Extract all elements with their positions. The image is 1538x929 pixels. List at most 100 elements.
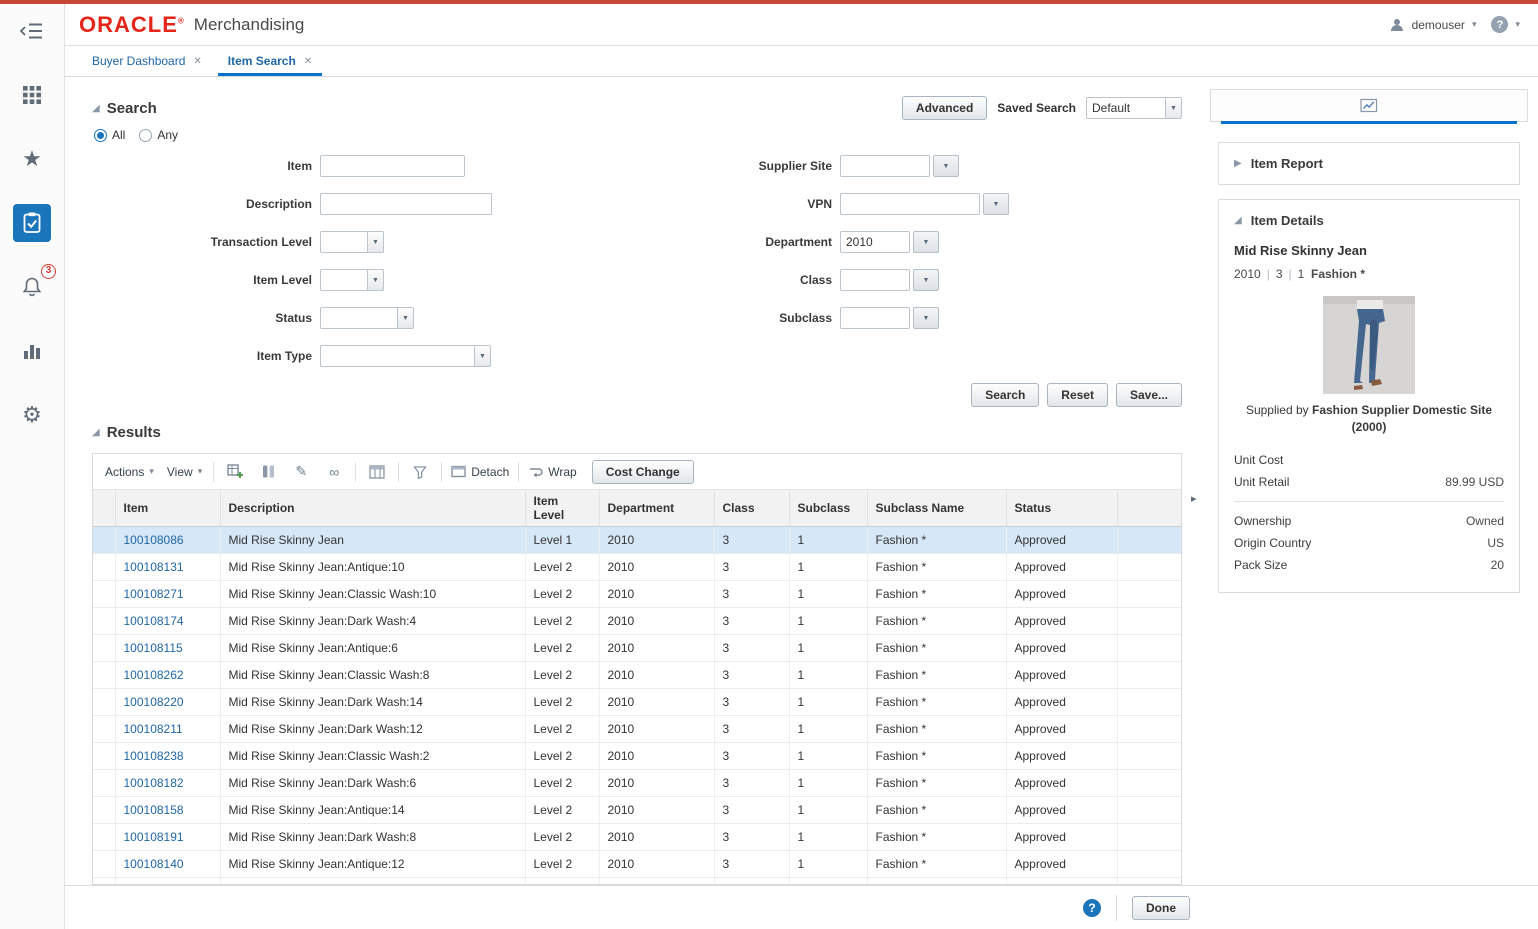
table-row[interactable]: 100108238 Mid Rise Skinny Jean:Classic W… xyxy=(93,743,1181,770)
item-input[interactable] xyxy=(320,155,465,177)
help-menu-caret-icon[interactable]: ▾ xyxy=(1515,19,1520,30)
panel-splitter[interactable]: ▸ xyxy=(1192,77,1202,885)
user-menu-caret-icon[interactable]: ▾ xyxy=(1472,19,1477,30)
close-tab-icon[interactable]: ✕ xyxy=(193,56,201,67)
table-row[interactable]: 100108220 Mid Rise Skinny Jean:Dark Wash… xyxy=(93,689,1181,716)
table-row[interactable]: 100108262 Mid Rise Skinny Jean:Classic W… xyxy=(93,662,1181,689)
transaction-level-dropdown-icon[interactable]: ▼ xyxy=(368,231,384,253)
item-level-input[interactable] xyxy=(320,269,368,291)
done-button[interactable]: Done xyxy=(1132,896,1190,920)
expand-item-report-icon[interactable]: ▶ xyxy=(1234,158,1242,169)
col-item[interactable]: Item xyxy=(115,490,220,527)
item-level-dropdown-icon[interactable]: ▼ xyxy=(368,269,384,291)
item-link[interactable]: 100108086 xyxy=(124,533,184,547)
radio-any[interactable]: Any xyxy=(139,128,178,142)
tab-item-search[interactable]: Item Search ✕ xyxy=(215,46,325,76)
splitter-collapse-icon[interactable]: ▸ xyxy=(1191,492,1197,505)
item-report-header[interactable]: ▶ Item Report xyxy=(1219,143,1519,184)
radio-any-control[interactable] xyxy=(139,129,152,142)
collapse-search-icon[interactable]: ◢ xyxy=(92,103,100,114)
save-search-button[interactable]: Save... xyxy=(1116,383,1182,407)
table-row[interactable]: 100108158 Mid Rise Skinny Jean:Antique:1… xyxy=(93,797,1181,824)
collapse-results-icon[interactable]: ◢ xyxy=(92,427,100,438)
table-row[interactable]: 100108174 Mid Rise Skinny Jean:Dark Wash… xyxy=(93,608,1181,635)
sidebar-toggle-icon[interactable] xyxy=(13,12,51,50)
search-button[interactable]: Search xyxy=(971,383,1039,407)
department-input[interactable] xyxy=(840,231,910,253)
subclass-lov-icon[interactable]: ▼ xyxy=(913,307,939,329)
row-selector-cell[interactable] xyxy=(93,689,115,716)
footer-help-icon[interactable]: ? xyxy=(1083,899,1101,917)
col-item-level[interactable]: Item Level xyxy=(525,490,599,527)
item-type-input[interactable] xyxy=(320,345,475,367)
class-input[interactable] xyxy=(840,269,910,291)
cost-change-button[interactable]: Cost Change xyxy=(592,460,694,484)
notifications-bell-icon[interactable]: 3 xyxy=(13,268,51,306)
reports-chart-icon[interactable] xyxy=(13,332,51,370)
apps-grid-icon[interactable] xyxy=(13,76,51,114)
col-status[interactable]: Status xyxy=(1006,490,1117,527)
freeze-columns-icon[interactable] xyxy=(365,460,389,484)
table-row[interactable]: 100108191 Mid Rise Skinny Jean:Dark Wash… xyxy=(93,824,1181,851)
row-selector-cell[interactable] xyxy=(93,554,115,581)
vpn-lov-icon[interactable]: ▼ xyxy=(983,193,1009,215)
wrap-button[interactable]: Wrap xyxy=(528,465,576,479)
item-link[interactable]: 100108182 xyxy=(124,776,184,790)
reset-button[interactable]: Reset xyxy=(1047,383,1108,407)
edit-pencil-icon[interactable]: ✎ xyxy=(289,460,313,484)
status-dropdown-icon[interactable]: ▼ xyxy=(398,307,414,329)
col-class[interactable]: Class xyxy=(714,490,789,527)
row-selector-cell[interactable] xyxy=(93,662,115,689)
item-link[interactable]: 100108271 xyxy=(124,587,184,601)
mass-update-icon[interactable] xyxy=(256,460,280,484)
detach-button[interactable]: Detach xyxy=(451,465,509,479)
col-subclass[interactable]: Subclass xyxy=(789,490,867,527)
row-selector-cell[interactable] xyxy=(93,527,115,554)
advanced-button[interactable]: Advanced xyxy=(902,96,987,120)
row-selector-cell[interactable] xyxy=(93,581,115,608)
saved-search-input[interactable] xyxy=(1086,97,1166,119)
item-link[interactable]: 100108238 xyxy=(124,749,184,763)
transaction-level-input[interactable] xyxy=(320,231,368,253)
row-selector-cell[interactable] xyxy=(93,851,115,878)
col-subclass-name[interactable]: Subclass Name xyxy=(867,490,1006,527)
view-menu[interactable]: View ▾ xyxy=(165,462,204,482)
row-selector-cell[interactable] xyxy=(93,743,115,770)
table-row[interactable]: 100108182 Mid Rise Skinny Jean:Dark Wash… xyxy=(93,770,1181,797)
tab-buyer-dashboard[interactable]: Buyer Dashboard ✕ xyxy=(79,46,215,76)
class-lov-icon[interactable]: ▼ xyxy=(913,269,939,291)
help-icon[interactable]: ? xyxy=(1491,16,1508,33)
table-row[interactable]: 100108131 Mid Rise Skinny Jean:Antique:1… xyxy=(93,554,1181,581)
status-input[interactable] xyxy=(320,307,398,329)
actions-menu[interactable]: Actions ▾ xyxy=(103,462,156,482)
table-row[interactable]: 100108166 Mid Rise Skinny Jean:Dark Wash… xyxy=(93,878,1181,886)
item-type-dropdown-icon[interactable]: ▼ xyxy=(475,345,491,367)
query-filter-icon[interactable] xyxy=(408,460,432,484)
row-selector-cell[interactable] xyxy=(93,797,115,824)
supplier-site-input[interactable] xyxy=(840,155,930,177)
radio-all[interactable]: All xyxy=(94,128,125,142)
create-item-icon[interactable] xyxy=(223,460,247,484)
item-details-header[interactable]: ◢ Item Details xyxy=(1219,200,1519,241)
row-selector-cell[interactable] xyxy=(93,635,115,662)
table-row[interactable]: 100108086 Mid Rise Skinny Jean Level 1 2… xyxy=(93,527,1181,554)
item-link[interactable]: 100108174 xyxy=(124,614,184,628)
item-link[interactable]: 100108115 xyxy=(124,641,183,655)
item-link[interactable]: 100108262 xyxy=(124,668,184,682)
item-link[interactable]: 100108131 xyxy=(124,560,184,574)
row-selector-cell[interactable] xyxy=(93,716,115,743)
item-link[interactable]: 100108220 xyxy=(124,695,184,709)
table-row[interactable]: 100108140 Mid Rise Skinny Jean:Antique:1… xyxy=(93,851,1181,878)
col-description[interactable]: Description xyxy=(220,490,525,527)
item-link[interactable]: 100108211 xyxy=(124,722,183,736)
item-link[interactable]: 100108158 xyxy=(124,803,184,817)
row-selector-cell[interactable] xyxy=(93,878,115,886)
supplier-site-lov-icon[interactable]: ▼ xyxy=(933,155,959,177)
close-tab-icon[interactable]: ✕ xyxy=(304,56,312,67)
settings-gear-icon[interactable]: ⚙ xyxy=(13,396,51,434)
subclass-input[interactable] xyxy=(840,307,910,329)
item-link[interactable]: 100108191 xyxy=(124,830,184,844)
vpn-input[interactable] xyxy=(840,193,980,215)
department-lov-icon[interactable]: ▼ xyxy=(913,231,939,253)
table-row[interactable]: 100108271 Mid Rise Skinny Jean:Classic W… xyxy=(93,581,1181,608)
